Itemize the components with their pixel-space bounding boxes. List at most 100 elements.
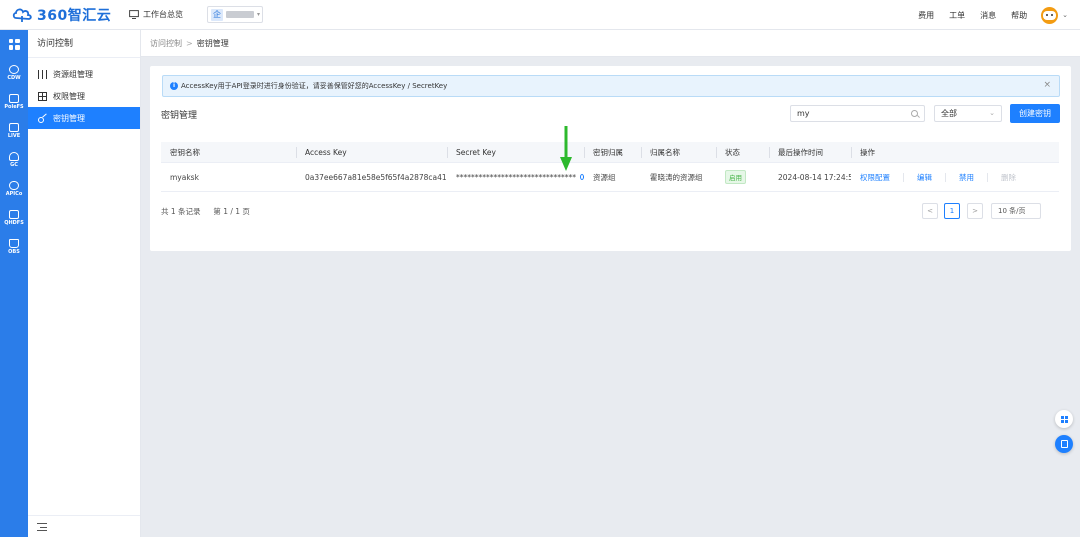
- product-rail: CDW PoleFS LIVE GC APICo QHDFS OBS: [0, 30, 28, 537]
- permission-grid-icon: [38, 91, 47, 101]
- rail-label: GC: [10, 161, 18, 168]
- sidebar-item-permissions[interactable]: 权限管理: [28, 85, 140, 107]
- rail-item-live[interactable]: LIVE: [0, 116, 28, 145]
- column-header: Access Key: [296, 142, 447, 162]
- api-icon: [9, 180, 19, 190]
- rail-item-home[interactable]: [0, 30, 28, 58]
- enterprise-selector[interactable]: 企 ▾: [207, 6, 263, 23]
- nav-messages[interactable]: 消息: [980, 10, 996, 21]
- rail-item-obs[interactable]: OBS: [0, 232, 28, 261]
- page-info: 第 1 / 1 页: [213, 207, 250, 216]
- top-bar: 360智汇云 工作台总览 企 ▾ 费用 工单 消息 帮助 ⌄: [0, 0, 1080, 30]
- rail-label: APICo: [5, 190, 23, 197]
- sidebar-item-label: 密钥管理: [53, 113, 85, 123]
- monitor-icon: [129, 10, 139, 19]
- annotation-arrow-icon: [560, 126, 572, 171]
- avatar[interactable]: [1041, 6, 1059, 24]
- search-icon[interactable]: [911, 110, 918, 117]
- rail-item-cdw[interactable]: CDW: [0, 58, 28, 87]
- search-value: my: [797, 109, 810, 118]
- actions-cell: 权限配置 编辑 禁用 删除: [851, 163, 1059, 191]
- key-management-card: i AccessKey用于API登录时进行身份验证，请妥善保管好您的Access…: [150, 66, 1071, 251]
- floating-apps-button[interactable]: [1055, 410, 1073, 428]
- column-header: 状态: [716, 142, 769, 162]
- alert-text: AccessKey用于API登录时进行身份验证，请妥善保管好您的AccessKe…: [181, 82, 448, 90]
- workspace-label: 工作台总览: [143, 10, 183, 19]
- enterprise-name-redacted: [226, 11, 254, 18]
- column-header: 密钥名称: [170, 147, 200, 157]
- status-cell: 启用: [716, 163, 769, 191]
- close-icon[interactable]: ×: [1043, 80, 1051, 90]
- owner-filter-select[interactable]: 全部 ⌄: [934, 105, 1002, 122]
- rail-label: LIVE: [7, 132, 21, 139]
- column-header: 归属名称: [641, 142, 716, 162]
- brand-name: 360智汇云: [37, 7, 112, 24]
- filter-value: 全部: [941, 109, 957, 118]
- sidebar-footer: [28, 515, 140, 537]
- access-key-value: 0a37ee667a81e58e5f65f4a2878ca418: [305, 172, 447, 182]
- secret-key-masked: ********************************: [456, 172, 576, 182]
- floating-feedback-button[interactable]: [1055, 435, 1073, 453]
- edit-link[interactable]: 编辑: [917, 172, 932, 183]
- status-badge: 启用: [725, 170, 746, 184]
- sidebar-item-resource-groups[interactable]: 资源组管理: [28, 63, 140, 85]
- key-icon: [38, 114, 47, 123]
- column-header: 最后操作时间: [769, 142, 851, 162]
- sidebar-title: 访问控制: [28, 30, 140, 58]
- breadcrumb: 访问控制 > 密钥管理: [141, 30, 1080, 57]
- page-size-select[interactable]: 10 条/页: [991, 203, 1041, 219]
- breadcrumb-parent[interactable]: 访问控制: [150, 38, 182, 49]
- sidebar-item-keys[interactable]: 密钥管理: [28, 107, 140, 129]
- cloud-icon: [9, 151, 19, 161]
- prev-page-button[interactable]: <: [922, 203, 938, 219]
- document-icon: [1060, 440, 1068, 448]
- create-key-button[interactable]: 创建密钥: [1010, 104, 1060, 123]
- next-page-button[interactable]: >: [967, 203, 983, 219]
- key-name: myaksk: [170, 172, 199, 182]
- table-header: 密钥名称 Access Key Secret Key 密钥归属 归属名称 状态 …: [161, 142, 1059, 163]
- rail-label: OBS: [8, 248, 20, 255]
- info-alert: i AccessKey用于API登录时进行身份验证，请妥善保管好您的Access…: [162, 75, 1060, 97]
- bucket-icon: [9, 238, 19, 248]
- rail-item-gc[interactable]: GC: [0, 145, 28, 174]
- logo[interactable]: 360智汇云: [12, 5, 127, 25]
- enterprise-badge: 企: [211, 8, 223, 21]
- workspace-overview-link[interactable]: 工作台总览: [129, 9, 183, 20]
- rail-label: CDW: [7, 74, 21, 81]
- rail-item-qhdfs[interactable]: QHDFS: [0, 203, 28, 232]
- table-row: myaksk 0a37ee667a81e58e5f65f4a2878ca418 …: [161, 163, 1059, 192]
- chevron-down-icon[interactable]: ⌄: [1062, 11, 1068, 19]
- permission-config-link[interactable]: 权限配置: [860, 172, 890, 183]
- sidebar-item-label: 资源组管理: [53, 69, 93, 79]
- collapse-sidebar-icon[interactable]: [37, 522, 47, 531]
- rail-item-apico[interactable]: APICo: [0, 174, 28, 203]
- rail-label: PoleFS: [4, 103, 24, 110]
- search-input[interactable]: my: [790, 105, 925, 122]
- sidebar-item-label: 权限管理: [53, 91, 85, 101]
- pagination: < 1 > 10 条/页: [922, 203, 1041, 219]
- nav-help[interactable]: 帮助: [1011, 10, 1027, 21]
- disable-link[interactable]: 禁用: [959, 172, 974, 183]
- rail-label: QHDFS: [4, 219, 24, 226]
- keys-table: 密钥名称 Access Key Secret Key 密钥归属 归属名称 状态 …: [161, 142, 1059, 192]
- page-1-button[interactable]: 1: [944, 203, 960, 219]
- divider: [987, 172, 988, 182]
- divider: [945, 172, 946, 182]
- rail-item-polefs[interactable]: PoleFS: [0, 87, 28, 116]
- pagination-summary: 共 1 条记录 第 1 / 1 页: [161, 206, 250, 217]
- breadcrumb-current: 密钥管理: [196, 38, 229, 48]
- divider: [903, 172, 904, 182]
- grid-icon: [8, 38, 20, 50]
- nav-tickets[interactable]: 工单: [949, 10, 965, 21]
- logo-icon: [12, 8, 32, 22]
- database-icon: [9, 64, 19, 74]
- apps-icon: [1060, 415, 1068, 423]
- info-icon: i: [170, 82, 178, 90]
- top-nav: 费用 工单 消息 帮助 ⌄: [903, 0, 1068, 30]
- nav-billing[interactable]: 费用: [918, 10, 934, 21]
- chevron-down-icon: ▾: [257, 11, 261, 18]
- last-updated: 2024-08-14 17:24:55: [778, 172, 851, 182]
- folder-icon: [9, 93, 19, 103]
- delete-link: 删除: [1001, 172, 1016, 182]
- resource-group-icon: [38, 69, 47, 79]
